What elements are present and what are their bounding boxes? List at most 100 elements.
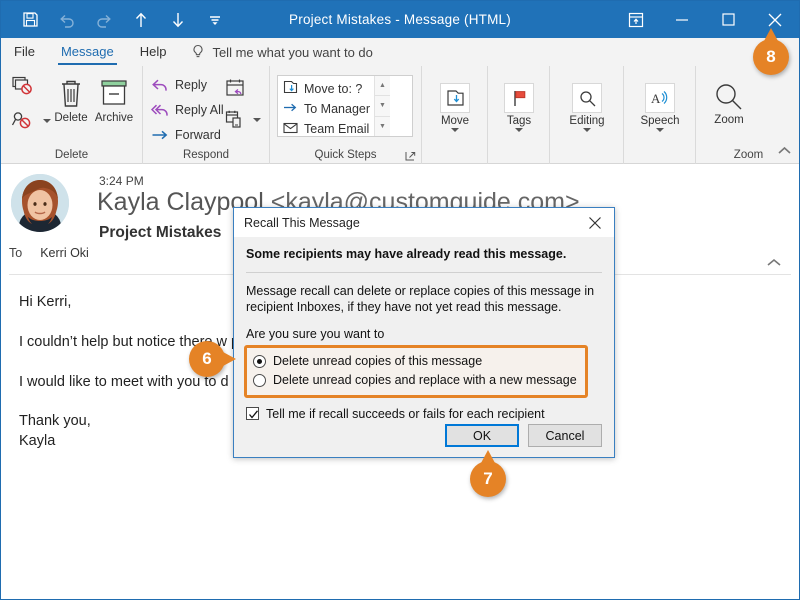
speech-label: Speech	[640, 115, 680, 127]
callout-badge-7-number: 7	[483, 469, 493, 488]
avatar	[11, 174, 69, 232]
reply-all-button[interactable]: Reply All	[151, 100, 224, 120]
recall-this-message-dialog: Recall This Message Some recipients may …	[233, 207, 615, 458]
move-icon	[426, 77, 484, 113]
move-label: Move	[440, 115, 470, 127]
zoom-label: Zoom	[714, 114, 744, 126]
chevron-down-icon[interactable]	[253, 118, 261, 122]
chevron-down-icon[interactable]	[451, 128, 459, 132]
ribbon-group-quick-steps: Move to: ? To Manager Team Email ▲ ▼ ▼ Q…	[270, 66, 422, 164]
collapse-header-icon[interactable]	[767, 254, 781, 272]
speech-icon: A	[631, 77, 689, 113]
tags-label: Tags	[506, 115, 532, 127]
editing-button[interactable]: Editing	[558, 77, 616, 132]
ribbon-display-options-icon[interactable]	[613, 1, 659, 38]
save-icon[interactable]	[19, 9, 41, 31]
move-button[interactable]: Move	[426, 77, 484, 132]
quick-step-team-email-label: Team Email	[304, 122, 370, 136]
collapse-ribbon-icon[interactable]	[778, 142, 791, 160]
checkbox-tell-me[interactable]	[246, 407, 259, 420]
option-delete-and-replace[interactable]: Delete unread copies and replace with a …	[253, 371, 579, 390]
tags-icon	[490, 77, 548, 113]
tell-me-checkbox-row[interactable]: Tell me if recall succeeds or fails for …	[246, 407, 602, 421]
ribbon-group-respond: Reply Reply All Forward Respond	[143, 66, 270, 164]
dialog-buttons: OK Cancel	[445, 424, 602, 447]
outlook-message-window: Project Mistakes - Message (HTML) File M…	[0, 0, 800, 600]
speech-button[interactable]: A Speech	[631, 77, 689, 132]
forward-button[interactable]: Forward	[151, 125, 221, 145]
chevron-down-icon[interactable]	[656, 128, 664, 132]
dialog-title-bar: Recall This Message	[234, 208, 614, 237]
quick-steps-dialog-launcher-icon[interactable]	[405, 149, 416, 161]
quick-steps-scrollbar[interactable]: ▲ ▼ ▼	[374, 76, 391, 136]
callout-badge-8-number: 8	[766, 47, 776, 66]
callout-badge-6: 6	[189, 341, 236, 377]
tell-me-label: Tell me what you want to do	[212, 44, 373, 60]
next-item-icon[interactable]	[167, 9, 189, 31]
ribbon-group-speech: A Speech	[624, 66, 696, 164]
ribbon: Delete Archive Delete Reply Reply All Fo…	[1, 66, 799, 164]
callout-tail	[481, 450, 495, 463]
undo-icon[interactable]	[56, 9, 78, 31]
radio-delete-unread[interactable]	[253, 354, 266, 368]
reply-all-label: Reply All	[175, 103, 224, 117]
move-to-icon	[283, 80, 298, 98]
redo-icon[interactable]	[93, 9, 115, 31]
archive-button[interactable]: Archive	[85, 74, 143, 124]
quick-step-to-manager[interactable]: To Manager	[283, 99, 370, 119]
lightbulb-icon	[191, 44, 205, 60]
quick-access-toolbar	[1, 9, 226, 31]
callout-tail	[223, 352, 236, 366]
dialog-close-icon[interactable]	[576, 208, 614, 237]
scroll-up-icon[interactable]: ▲	[375, 76, 391, 97]
tab-help[interactable]: Help	[127, 38, 180, 66]
callout-badge-6-number: 6	[202, 349, 212, 368]
customize-quick-access-toolbar-icon[interactable]	[204, 9, 226, 31]
reply-button[interactable]: Reply	[151, 75, 207, 95]
option-delete-unread[interactable]: Delete unread copies of this message	[253, 352, 579, 371]
ignore-button[interactable]	[11, 76, 35, 96]
to-value[interactable]: Kerri Oki	[40, 246, 89, 260]
tell-me-box[interactable]: Tell me what you want to do	[191, 44, 373, 60]
dialog-body: Some recipients may have already read th…	[234, 237, 614, 458]
cancel-button[interactable]: Cancel	[528, 424, 602, 447]
ribbon-group-editing: Editing	[550, 66, 624, 164]
dialog-question: Are you sure you want to	[246, 326, 385, 341]
group-label-delete: Delete	[54, 149, 89, 161]
chevron-down-icon[interactable]	[583, 128, 591, 132]
zoom-button[interactable]: Zoom	[698, 76, 760, 126]
ribbon-group-delete: Delete Archive Delete	[1, 66, 143, 164]
quick-step-move-to-label: Move to: ?	[304, 82, 363, 96]
option-delete-and-replace-label: Delete unread copies and replace with a …	[273, 373, 577, 387]
title-bar: Project Mistakes - Message (HTML)	[1, 1, 799, 38]
quick-steps-list: Move to: ? To Manager Team Email	[278, 76, 374, 136]
ribbon-group-tags: Tags	[488, 66, 550, 164]
forward-label: Forward	[175, 128, 221, 142]
ok-button[interactable]: OK	[445, 424, 519, 447]
zoom-icon	[698, 76, 760, 112]
editing-label: Editing	[569, 115, 605, 127]
team-email-icon	[283, 120, 298, 138]
tags-button[interactable]: Tags	[490, 77, 548, 132]
tab-message[interactable]: Message	[48, 38, 127, 66]
meeting-button[interactable]	[225, 78, 247, 98]
scroll-down-icon[interactable]: ▼	[375, 96, 391, 117]
minimize-icon[interactable]	[659, 1, 705, 38]
quick-step-team-email[interactable]: Team Email	[283, 119, 370, 139]
maximize-icon[interactable]	[705, 1, 751, 38]
editing-icon	[558, 77, 616, 113]
ribbon-group-move: Move	[422, 66, 488, 164]
chevron-down-icon[interactable]	[515, 128, 523, 132]
more-respond-button[interactable]	[225, 110, 261, 130]
quick-steps-more-icon[interactable]: ▼	[375, 116, 391, 136]
tab-file[interactable]: File	[1, 38, 48, 66]
to-label: To	[9, 246, 23, 260]
dialog-separator	[246, 272, 602, 273]
quick-step-move-to[interactable]: Move to: ?	[283, 79, 370, 99]
radio-delete-and-replace[interactable]	[253, 373, 266, 387]
quick-step-to-manager-label: To Manager	[304, 102, 371, 116]
previous-item-icon[interactable]	[130, 9, 152, 31]
callout-badge-8: 8	[753, 28, 789, 75]
option-delete-unread-label: Delete unread copies of this message	[273, 354, 483, 368]
to-manager-icon	[283, 100, 298, 118]
